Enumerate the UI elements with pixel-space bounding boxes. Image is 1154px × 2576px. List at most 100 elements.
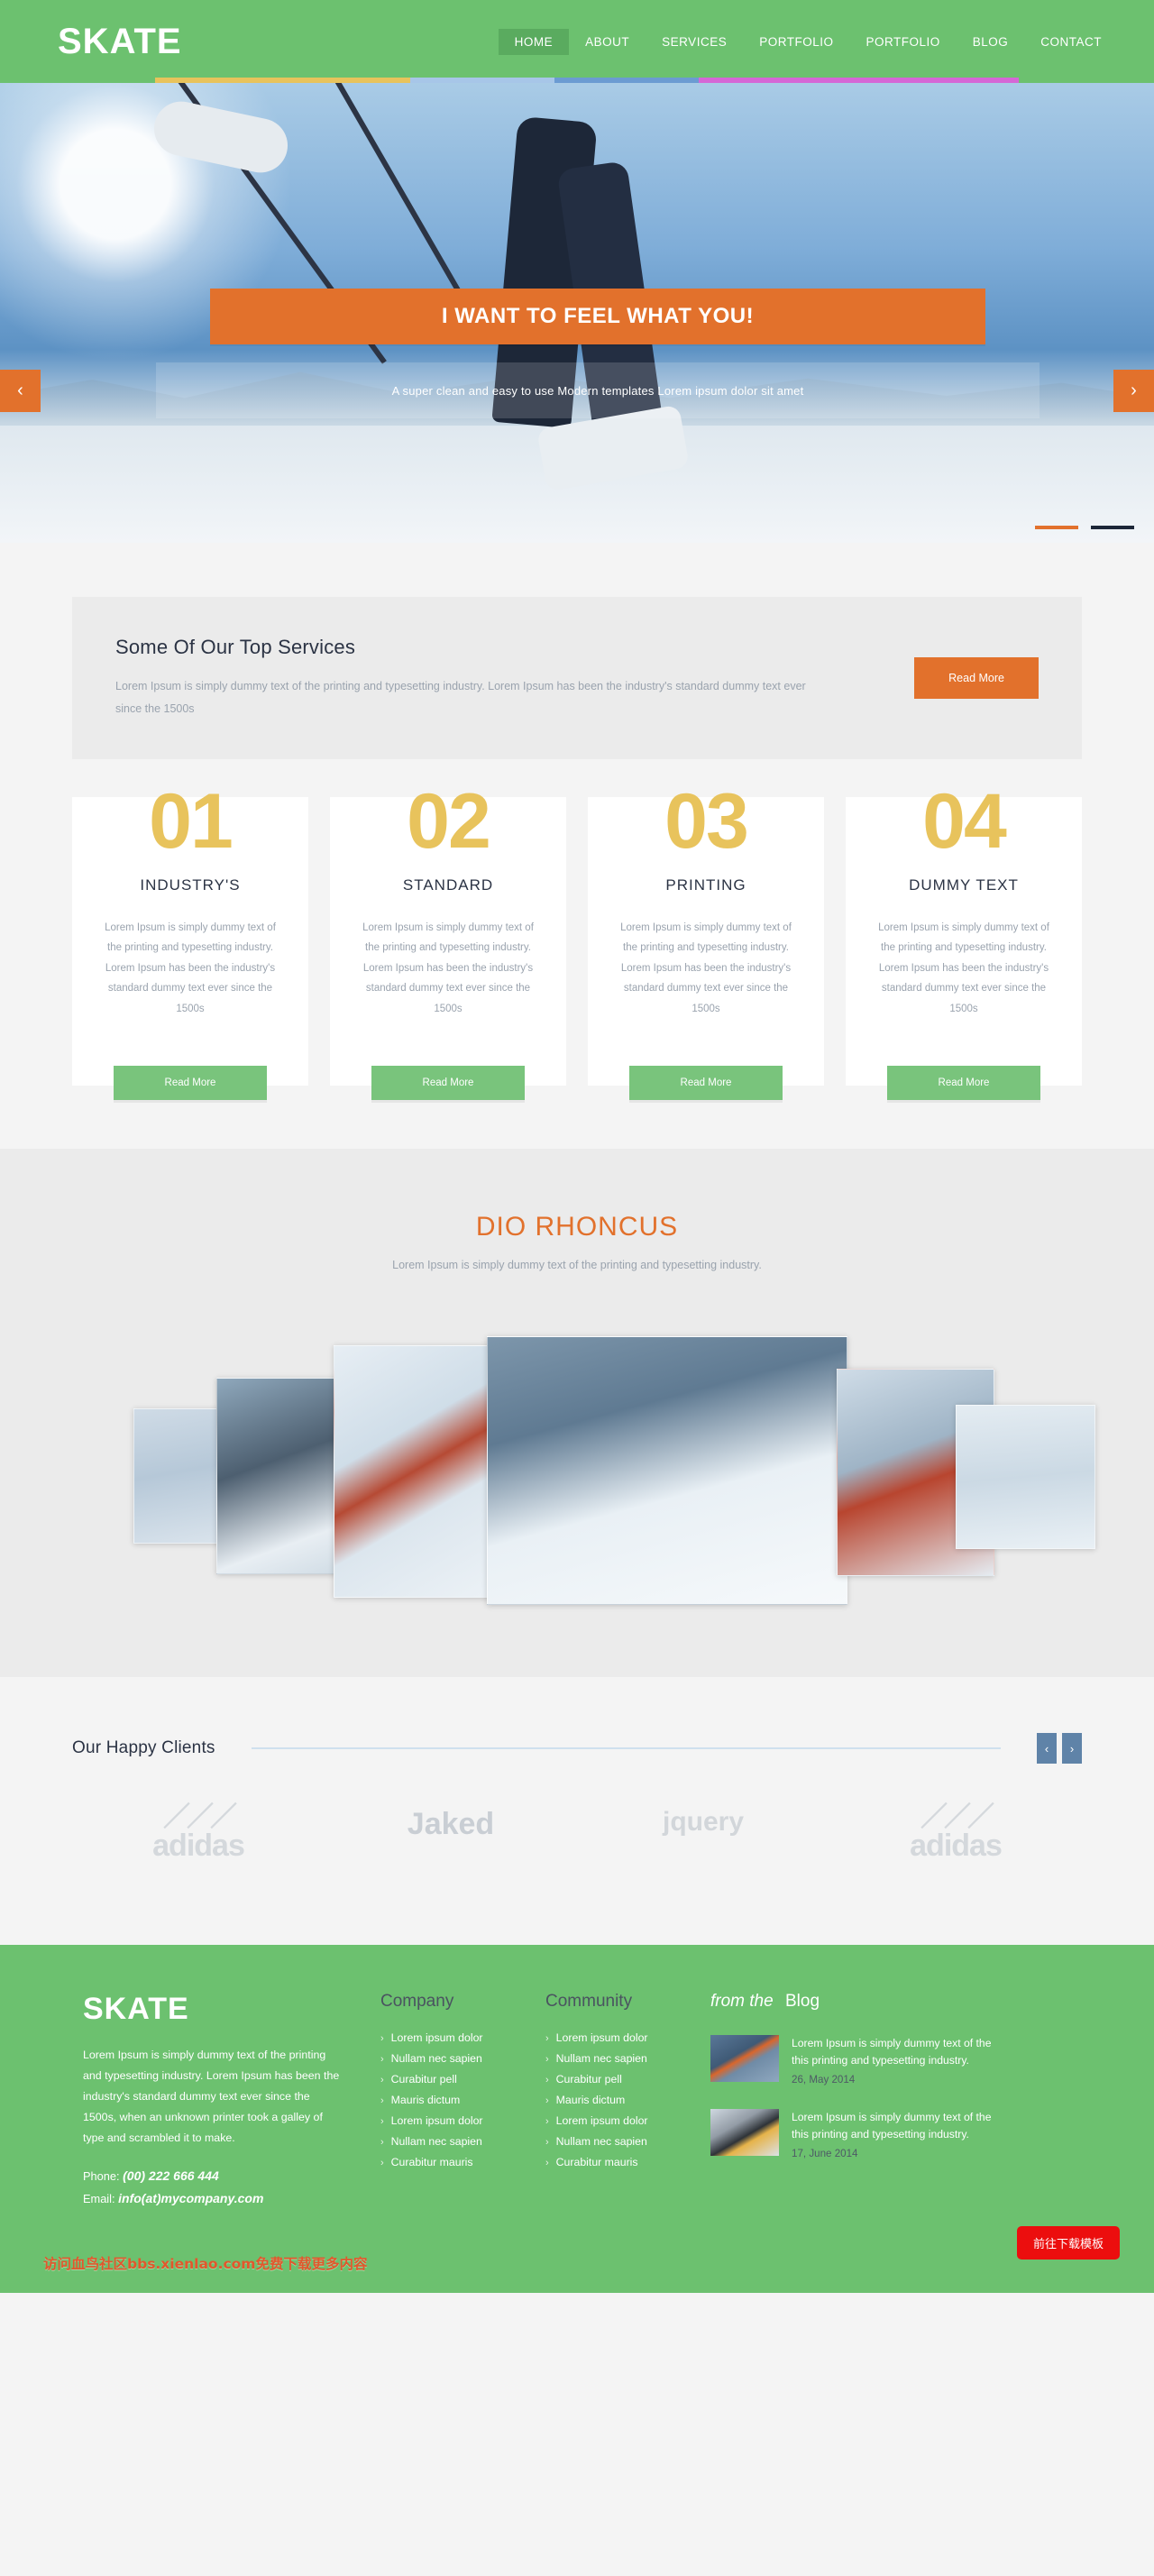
site-header: SKATE HOME ABOUT SERVICES PORTFOLIO PORT… bbox=[0, 0, 1154, 83]
gallery-image[interactable] bbox=[956, 1405, 1095, 1549]
footer-link-label: Curabitur mauris bbox=[390, 2156, 473, 2168]
hero-next-button[interactable]: › bbox=[1113, 370, 1154, 412]
clients-header: Our Happy Clients ‹ › bbox=[72, 1733, 1082, 1764]
top-services-section: Some Of Our Top Services Lorem Ipsum is … bbox=[0, 543, 1154, 759]
footer-email-row: Email: info(at)mycompany.com bbox=[83, 2191, 344, 2205]
blog-post-date: 26, May 2014 bbox=[792, 2073, 856, 2086]
main-nav: HOME ABOUT SERVICES PORTFOLIO PORTFOLIO … bbox=[498, 28, 1118, 55]
nav-item-portfolio-2[interactable]: PORTFOLIO bbox=[849, 29, 956, 55]
footer-link-label: Nullam nec sapien bbox=[390, 2052, 482, 2065]
footer-phone-row: Phone: (00) 222 666 444 bbox=[83, 2168, 344, 2183]
service-card-read-more-button[interactable]: Read More bbox=[629, 1066, 783, 1100]
nav-item-home[interactable]: HOME bbox=[498, 28, 570, 55]
chevron-right-icon: › bbox=[545, 2075, 549, 2086]
footer-link-label: Nullam nec sapien bbox=[555, 2052, 647, 2065]
service-card-text: Lorem Ipsum is simply dummy text of the … bbox=[620, 922, 792, 1014]
footer-link-label: Curabitur pell bbox=[555, 2073, 622, 2086]
nav-item-about[interactable]: ABOUT bbox=[569, 29, 646, 55]
blog-thumbnail-image bbox=[710, 2035, 779, 2082]
service-card-text: Lorem Ipsum is simply dummy text of the … bbox=[878, 922, 1049, 1014]
hero-subtitle: A super clean and easy to use Modern tem… bbox=[391, 383, 804, 398]
footer-link-label: Curabitur pell bbox=[390, 2073, 457, 2086]
footer-link-item[interactable]: › Nullam nec sapien bbox=[380, 2135, 545, 2148]
footer-link-label: Mauris dictum bbox=[555, 2094, 626, 2106]
footer-link-item[interactable]: › Lorem ipsum dolor bbox=[545, 2114, 710, 2127]
footer-link-item[interactable]: › Curabitur mauris bbox=[545, 2156, 710, 2168]
client-logo-adidas-2[interactable]: ／／／ adidas bbox=[829, 1802, 1082, 1864]
hero-subtitle-bar: A super clean and easy to use Modern tem… bbox=[156, 362, 1040, 418]
footer-blog-post[interactable]: Lorem Ipsum is simply dummy text of the … bbox=[710, 2108, 1008, 2159]
footer-company-column: Company › Lorem ipsum dolor › Nullam nec s… bbox=[380, 1992, 545, 2214]
clients-next-button[interactable]: › bbox=[1062, 1733, 1082, 1764]
chevron-right-icon: › bbox=[545, 2095, 549, 2106]
footer-link-item[interactable]: › Nullam nec sapien bbox=[545, 2052, 710, 2065]
footer-link-item[interactable]: › Mauris dictum bbox=[545, 2094, 710, 2106]
nav-item-portfolio-1[interactable]: PORTFOLIO bbox=[743, 29, 849, 55]
footer-blog-post[interactable]: Lorem Ipsum is simply dummy text of the … bbox=[710, 2035, 1008, 2086]
services-cards-section: 01 INDUSTRY'S Lorem Ipsum is simply dumm… bbox=[0, 759, 1154, 1149]
footer-link-item[interactable]: › Curabitur pell bbox=[545, 2073, 710, 2086]
footer-blog-heading-italic: from the bbox=[710, 1992, 774, 2011]
footer-link-item[interactable]: › Lorem ipsum dolor bbox=[545, 2031, 710, 2044]
clients-title: Our Happy Clients bbox=[72, 1738, 215, 1757]
footer-link-item[interactable]: › Lorem ipsum dolor bbox=[380, 2114, 545, 2127]
hero-prev-button[interactable]: ‹ bbox=[0, 370, 41, 412]
hero-headline-banner: I WANT TO FEEL WHAT YOU! bbox=[210, 289, 985, 344]
download-template-button[interactable]: 前往下载模板 bbox=[1016, 2225, 1120, 2260]
chevron-left-icon: ‹ bbox=[1044, 1741, 1049, 1756]
footer-company-heading: Company bbox=[380, 1992, 454, 2011]
footer-link-item[interactable]: › Lorem ipsum dolor bbox=[380, 2031, 545, 2044]
gallery-image-featured[interactable] bbox=[487, 1336, 847, 1605]
portfolio-section: DIO RHONCUS Lorem Ipsum is simply dummy … bbox=[0, 1149, 1154, 1677]
footer-community-column: Community › Lorem ipsum dolor › Nullam nec… bbox=[545, 1992, 710, 2214]
top-services-copy: Some Of Our Top Services Lorem Ipsum is … bbox=[115, 636, 914, 720]
hero-indicator-2[interactable] bbox=[1091, 526, 1134, 529]
footer-community-heading: Community bbox=[545, 1992, 633, 2011]
blog-post-date: 17, June 2014 bbox=[792, 2147, 858, 2159]
nav-item-blog[interactable]: BLOG bbox=[957, 29, 1025, 55]
service-card-read-more-button[interactable]: Read More bbox=[887, 1066, 1040, 1100]
adidas-stripes-icon: ／／／ bbox=[920, 1802, 994, 1832]
footer-link-item[interactable]: › Curabitur mauris bbox=[380, 2156, 545, 2168]
clients-section: Our Happy Clients ‹ › ／／／ adidas Jaked j… bbox=[0, 1677, 1154, 1945]
footer-phone-value[interactable]: (00) 222 666 444 bbox=[123, 2168, 219, 2183]
service-card-number: 03 bbox=[664, 792, 749, 865]
service-card-read-more-button[interactable]: Read More bbox=[114, 1066, 267, 1100]
footer-phone-label: Phone: bbox=[83, 2168, 120, 2183]
footer-logo: SKATE bbox=[83, 1992, 189, 2026]
chevron-right-icon: › bbox=[380, 2137, 384, 2148]
footer-link-item[interactable]: › Nullam nec sapien bbox=[380, 2052, 545, 2065]
hero-headline: I WANT TO FEEL WHAT YOU! bbox=[441, 304, 755, 328]
service-card-text: Lorem Ipsum is simply dummy text of the … bbox=[362, 922, 534, 1014]
nav-item-contact[interactable]: CONTACT bbox=[1024, 29, 1118, 55]
chevron-right-icon: › bbox=[380, 2033, 384, 2044]
service-card: 01 INDUSTRY'S Lorem Ipsum is simply dumm… bbox=[72, 792, 308, 1100]
top-services-panel: Some Of Our Top Services Lorem Ipsum is … bbox=[72, 597, 1082, 759]
service-card-title: INDUSTRY'S bbox=[140, 876, 241, 894]
service-card-number: 04 bbox=[922, 792, 1007, 865]
footer-link-item[interactable]: › Curabitur pell bbox=[380, 2073, 545, 2086]
footer-link-item[interactable]: › Mauris dictum bbox=[380, 2094, 545, 2106]
chevron-left-icon: ‹ bbox=[17, 380, 23, 400]
service-card-read-more-button[interactable]: Read More bbox=[371, 1066, 525, 1100]
client-logo-jaked[interactable]: Jaked bbox=[325, 1807, 577, 1864]
service-card-number: 02 bbox=[407, 792, 491, 865]
top-services-text: Lorem Ipsum is simply dummy text of the … bbox=[115, 680, 806, 715]
top-services-read-more-button[interactable]: Read More bbox=[914, 657, 1039, 699]
client-logo-jquery[interactable]: jquery bbox=[577, 1807, 829, 1864]
footer-bottom-bar: 访问血鸟社区bbs.xienlao.com免费下载更多内容 前往下载模板 bbox=[0, 2225, 1154, 2293]
client-logo-adidas-1[interactable]: ／／／ adidas bbox=[72, 1804, 325, 1864]
footer-email-value[interactable]: info(at)mycompany.com bbox=[118, 2191, 263, 2205]
chevron-right-icon: › bbox=[380, 2054, 384, 2065]
clients-prev-button[interactable]: ‹ bbox=[1037, 1733, 1057, 1764]
page-root: SKATE HOME ABOUT SERVICES PORTFOLIO PORT… bbox=[0, 0, 1154, 2293]
chevron-right-icon: › bbox=[380, 2158, 384, 2168]
chevron-right-icon: › bbox=[1069, 1741, 1075, 1756]
footer-link-item[interactable]: › Nullam nec sapien bbox=[545, 2135, 710, 2148]
site-logo: SKATE bbox=[58, 21, 182, 61]
client-logo-label: jquery bbox=[662, 1807, 745, 1837]
hero-indicator-1[interactable] bbox=[1035, 526, 1078, 529]
chevron-right-icon: › bbox=[1131, 380, 1137, 400]
chevron-right-icon: › bbox=[545, 2137, 549, 2148]
nav-item-services[interactable]: SERVICES bbox=[646, 29, 743, 55]
